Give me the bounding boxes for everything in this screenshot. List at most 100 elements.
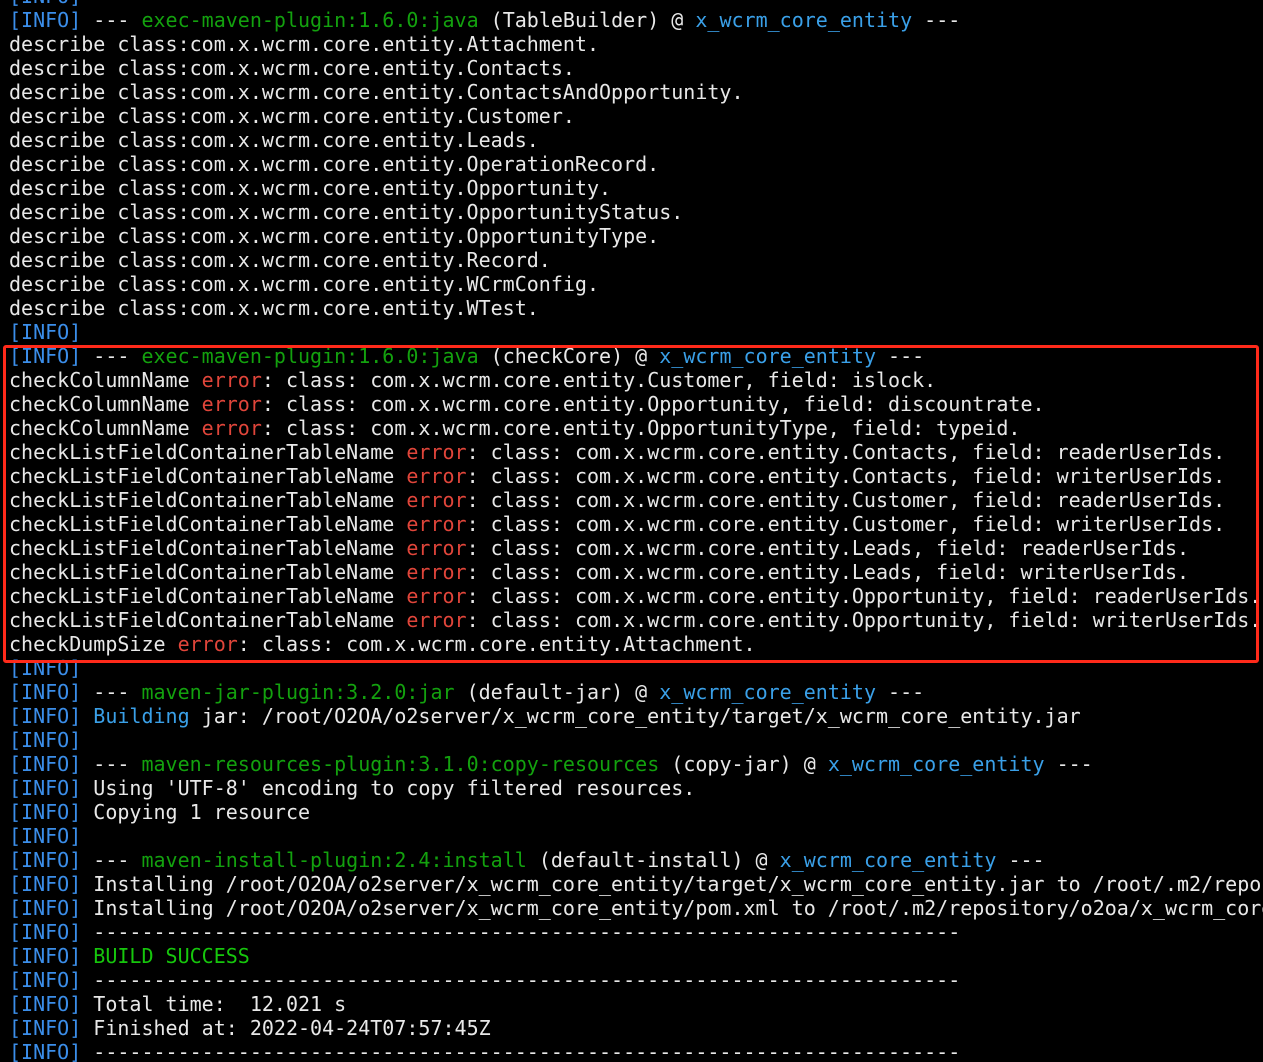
line-text: checkColumnName [9, 368, 202, 392]
line-text: Using 'UTF-8' encoding to copy filtered … [81, 776, 696, 800]
line-text: describe class:com.x.wcrm.core.entity.Op… [9, 224, 660, 248]
project-name: Building [93, 704, 190, 728]
line-text: checkListFieldContainerTableName [9, 512, 407, 536]
terminal-line: [INFO] --- maven-resources-plugin:3.1.0:… [9, 752, 1263, 776]
line-text: --- [81, 344, 142, 368]
error-label: error [406, 512, 467, 536]
info-tag: [INFO] [9, 656, 82, 680]
line-text: --- [912, 8, 961, 32]
line-text: checkColumnName [9, 392, 202, 416]
terminal-line: [INFO] Finished at: 2022-04-24T07:57:45Z [9, 1016, 1263, 1040]
terminal-line: checkDumpSize error: class: com.x.wcrm.c… [9, 632, 1263, 656]
terminal-line: describe class:com.x.wcrm.core.entity.Op… [9, 152, 1263, 176]
terminal-line: [INFO] ---------------------------------… [9, 968, 1263, 992]
line-text: Copying 1 resource [81, 800, 311, 824]
error-label: error [201, 392, 262, 416]
line-text: checkListFieldContainerTableName [9, 488, 407, 512]
line-text: checkColumnName [9, 416, 202, 440]
terminal-line: checkListFieldContainerTableName error: … [9, 536, 1263, 560]
line-text: (default-install) @ [526, 848, 780, 872]
plugin-name: maven-resources-plugin:3.1.0:copy-resour… [141, 752, 660, 776]
error-label: error [201, 416, 262, 440]
terminal-window[interactable]: [INFO][INFO] --- exec-maven-plugin:1.6.0… [0, 0, 1263, 1062]
info-tag: [INFO] [9, 0, 81, 8]
line-text: describe class:com.x.wcrm.core.entity.WT… [9, 296, 539, 320]
info-tag: [INFO] [9, 992, 82, 1016]
line-text: checkListFieldContainerTableName [9, 608, 407, 632]
line-text: --- [1044, 752, 1093, 776]
terminal-line: describe class:com.x.wcrm.core.entity.Re… [9, 248, 1263, 272]
line-text: describe class:com.x.wcrm.core.entity.Op… [9, 176, 612, 200]
terminal-line: [INFO] [9, 656, 1263, 680]
line-text [81, 944, 93, 968]
line-text: --- [81, 680, 142, 704]
line-text: describe class:com.x.wcrm.core.entity.Le… [9, 128, 539, 152]
error-label: error [406, 608, 467, 632]
line-text: describe class:com.x.wcrm.core.entity.Co… [9, 56, 575, 80]
info-tag: [INFO] [9, 344, 82, 368]
info-tag: [INFO] [9, 872, 82, 896]
line-text: --- [81, 8, 142, 32]
terminal-line: describe class:com.x.wcrm.core.entity.Co… [9, 80, 1263, 104]
info-tag: [INFO] [9, 968, 82, 992]
line-text: : class: com.x.wcrm.core.entity.Opportun… [261, 416, 1021, 440]
terminal-line: describe class:com.x.wcrm.core.entity.Le… [9, 128, 1263, 152]
terminal-line: [INFO] Using 'UTF-8' encoding to copy fi… [9, 776, 1263, 800]
line-text: : class: com.x.wcrm.core.entity.Opportun… [261, 392, 1045, 416]
info-tag: [INFO] [9, 8, 82, 32]
terminal-line: describe class:com.x.wcrm.core.entity.Co… [9, 56, 1263, 80]
line-text: --- [876, 344, 925, 368]
error-label: error [406, 464, 467, 488]
terminal-line: describe class:com.x.wcrm.core.entity.WT… [9, 296, 1263, 320]
terminal-line: checkListFieldContainerTableName error: … [9, 464, 1263, 488]
error-label: error [406, 536, 467, 560]
terminal-line: checkListFieldContainerTableName error: … [9, 440, 1263, 464]
build-success-text: BUILD SUCCESS [93, 944, 250, 968]
line-text: : class: com.x.wcrm.core.entity.Opportun… [466, 584, 1262, 608]
terminal-line: [INFO] [9, 320, 1263, 344]
line-text: describe class:com.x.wcrm.core.entity.Co… [9, 80, 744, 104]
line-text: (default-jar) @ [454, 680, 660, 704]
terminal-line: checkColumnName error: class: com.x.wcrm… [9, 368, 1263, 392]
line-text: (copy-jar) @ [659, 752, 828, 776]
terminal-line: checkListFieldContainerTableName error: … [9, 560, 1263, 584]
terminal-line: [INFO] Installing /root/O2OA/o2server/x_… [9, 896, 1263, 920]
terminal-line: [INFO] ---------------------------------… [9, 1040, 1263, 1062]
info-tag: [INFO] [9, 1040, 82, 1062]
line-text: describe class:com.x.wcrm.core.entity.At… [9, 32, 600, 56]
line-text: checkListFieldContainerTableName [9, 560, 407, 584]
line-text: : class: com.x.wcrm.core.entity.Leads, f… [466, 560, 1190, 584]
terminal-line: describe class:com.x.wcrm.core.entity.Op… [9, 176, 1263, 200]
line-text: : class: com.x.wcrm.core.entity.Customer… [261, 368, 937, 392]
info-tag: [INFO] [9, 728, 82, 752]
line-text: checkListFieldContainerTableName [9, 440, 407, 464]
plugin-name: exec-maven-plugin:1.6.0:java [141, 344, 479, 368]
info-tag: [INFO] [9, 824, 82, 848]
project-name: x_wcrm_core_entity [659, 344, 876, 368]
terminal-line: [INFO] --- maven-jar-plugin:3.2.0:jar (d… [9, 680, 1263, 704]
terminal-line: checkListFieldContainerTableName error: … [9, 488, 1263, 512]
error-label: error [406, 560, 467, 584]
plugin-name: maven-install-plugin:2.4:install [141, 848, 527, 872]
line-text: Total time: 12.021 s [81, 992, 347, 1016]
terminal-output: [INFO][INFO] --- exec-maven-plugin:1.6.0… [9, 0, 1263, 1062]
project-name: x_wcrm_core_entity [659, 680, 876, 704]
info-tag: [INFO] [9, 920, 82, 944]
project-name: x_wcrm_core_entity [695, 8, 913, 32]
terminal-line: describe class:com.x.wcrm.core.entity.Op… [9, 200, 1263, 224]
info-tag: [INFO] [9, 752, 82, 776]
error-label: error [406, 440, 467, 464]
line-text: ----------------------------------------… [81, 968, 961, 992]
terminal-line: [INFO] [9, 0, 1263, 8]
terminal-line: [INFO] Copying 1 resource [9, 800, 1263, 824]
terminal-line: checkListFieldContainerTableName error: … [9, 512, 1263, 536]
line-text: : class: com.x.wcrm.core.entity.Opportun… [466, 608, 1262, 632]
error-label: error [406, 584, 467, 608]
line-text: ----------------------------------------… [81, 1040, 961, 1062]
line-text: ----------------------------------------… [81, 920, 961, 944]
terminal-line: checkListFieldContainerTableName error: … [9, 584, 1263, 608]
terminal-line: [INFO] --- maven-install-plugin:2.4:inst… [9, 848, 1263, 872]
info-tag: [INFO] [9, 680, 82, 704]
line-text: Installing /root/O2OA/o2server/x_wcrm_co… [81, 872, 1263, 896]
line-text: checkDumpSize [9, 632, 178, 656]
